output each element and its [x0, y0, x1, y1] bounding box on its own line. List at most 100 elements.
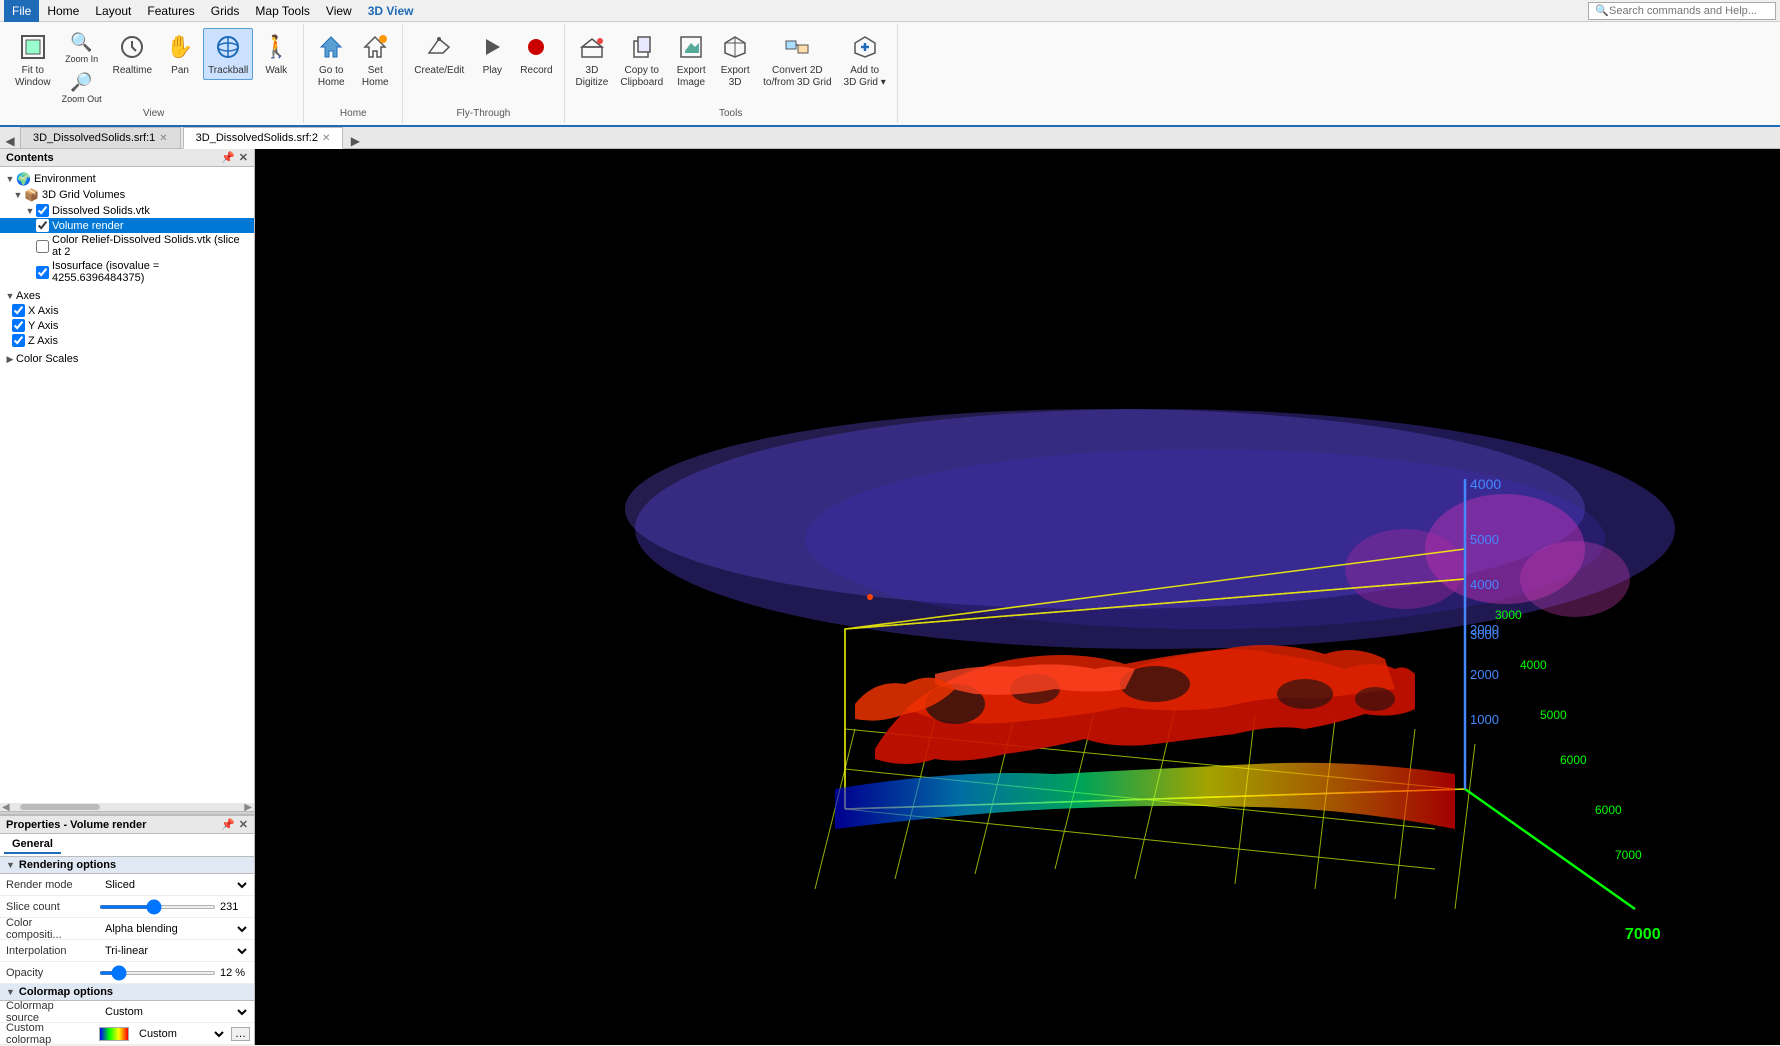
- properties-panel: Properties - Volume render 📌 ✕ General ▼…: [0, 815, 254, 1045]
- volume-render-checkbox[interactable]: [36, 219, 49, 232]
- tree-item-environment[interactable]: ▼ 🌍 Environment: [0, 171, 254, 187]
- slice-count-slider[interactable]: [99, 905, 216, 909]
- go-to-home-button[interactable]: Go toHome: [310, 28, 352, 92]
- go-to-home-label: Go toHome: [318, 65, 345, 89]
- colormap-toggle[interactable]: ▼: [6, 987, 15, 997]
- menu-bar: File Home Layout Features Grids Map Tool…: [0, 0, 1780, 22]
- set-home-icon: [359, 31, 391, 63]
- left-panel: Contents 📌 ✕ ▼ 🌍 Environment ▼ 📦 3D Grid…: [0, 149, 255, 1045]
- tree-item-isosurface[interactable]: Isosurface (isovalue = 4255.6396484375): [0, 259, 254, 285]
- y-axis-checkbox[interactable]: [12, 319, 25, 332]
- interpolation-select[interactable]: Tri-linear Nearest: [99, 944, 250, 958]
- play-button[interactable]: Play: [471, 28, 513, 80]
- realtime-button[interactable]: Realtime: [108, 28, 157, 80]
- record-button[interactable]: Record: [515, 28, 557, 80]
- 3d-grid-volumes-expander[interactable]: ▼: [12, 189, 24, 201]
- menu-layout[interactable]: Layout: [87, 0, 139, 22]
- isosurface-label: Isosurface (isovalue = 4255.6396484375): [52, 260, 250, 284]
- x-axis-checkbox[interactable]: [12, 304, 25, 317]
- rendering-toggle[interactable]: ▼: [6, 860, 15, 870]
- color-compositing-select[interactable]: Alpha blending Maximum Minimum: [99, 922, 250, 936]
- tab-2-close[interactable]: ✕: [322, 133, 330, 144]
- fit-window-icon: [17, 31, 49, 63]
- convert-2d-icon: [781, 31, 813, 63]
- render-mode-select[interactable]: Sliced MIP Alpha: [99, 878, 250, 892]
- custom-colormap-select[interactable]: Custom: [133, 1027, 227, 1041]
- colormap-edit-button[interactable]: …: [231, 1027, 250, 1041]
- tree-item-x-axis[interactable]: X Axis: [0, 303, 254, 318]
- add-to-3d-grid-icon: [849, 31, 881, 63]
- play-icon: [476, 31, 508, 63]
- zoom-in-button[interactable]: 🔍 Zoom In: [58, 28, 106, 66]
- svg-text:7000: 7000: [1625, 926, 1661, 943]
- walk-label: Walk: [265, 65, 287, 77]
- fit-window-button[interactable]: Fit toWindow: [10, 28, 56, 92]
- pan-button[interactable]: ✋ Pan: [159, 28, 201, 80]
- menu-features[interactable]: Features: [139, 0, 202, 22]
- realtime-icon: [116, 31, 148, 63]
- general-tab[interactable]: General: [4, 836, 61, 854]
- scrollbar-thumb[interactable]: [20, 804, 100, 810]
- tree-item-dissolved-solids[interactable]: ▼ Dissolved Solids.vtk: [0, 203, 254, 218]
- tree-item-y-axis[interactable]: Y Axis: [0, 318, 254, 333]
- trackball-button[interactable]: Trackball: [203, 28, 253, 80]
- export-3d-button[interactable]: Export3D: [714, 28, 756, 92]
- tree-item-volume-render[interactable]: Volume render: [0, 218, 254, 233]
- slice-count-label: Slice count: [0, 901, 95, 913]
- add-to-3d-grid-button[interactable]: Add to3D Grid ▾: [839, 28, 891, 92]
- tree-item-axes[interactable]: ▼ Axes: [0, 289, 254, 303]
- axes-expander[interactable]: ▼: [4, 290, 16, 302]
- contents-tree: ▼ 🌍 Environment ▼ 📦 3D Grid Volumes ▼ Di…: [0, 167, 254, 803]
- tab-nav-left[interactable]: ◀: [0, 134, 20, 148]
- dissolved-expander[interactable]: ▼: [24, 205, 36, 217]
- tree-item-z-axis[interactable]: Z Axis: [0, 333, 254, 348]
- svg-text:6000: 6000: [1595, 803, 1622, 817]
- dissolved-checkbox[interactable]: [36, 204, 49, 217]
- zoom-out-button[interactable]: 🔎 Zoom Out: [58, 68, 106, 106]
- tab-1-close[interactable]: ✕: [159, 133, 167, 144]
- zoom-in-label: Zoom In: [65, 54, 98, 64]
- export-image-button[interactable]: ExportImage: [670, 28, 712, 92]
- color-scales-expander[interactable]: ▶: [4, 353, 16, 365]
- close-contents-icon[interactable]: ✕: [239, 151, 248, 164]
- convert-2d-button[interactable]: Convert 2Dto/from 3D Grid: [758, 28, 836, 92]
- menu-home[interactable]: Home: [39, 0, 87, 22]
- copy-to-clipboard-button[interactable]: Copy toClipboard: [615, 28, 668, 92]
- environment-expander[interactable]: ▼: [4, 173, 16, 185]
- export-3d-icon: [719, 31, 751, 63]
- tab-2[interactable]: 3D_DissolvedSolids.srf:2 ✕: [183, 127, 344, 149]
- menu-map-tools[interactable]: Map Tools: [247, 0, 317, 22]
- convert-2d-label: Convert 2Dto/from 3D Grid: [763, 65, 831, 89]
- colormap-options-label: Colormap options: [19, 986, 113, 998]
- search-input[interactable]: [1609, 5, 1769, 17]
- isosurface-checkbox[interactable]: [36, 266, 49, 279]
- tree-item-3d-grid-volumes[interactable]: ▼ 📦 3D Grid Volumes: [0, 187, 254, 203]
- custom-colormap-dropdown-wrapper: Custom: [133, 1027, 227, 1041]
- walk-button[interactable]: 🚶 Walk: [255, 28, 297, 80]
- ribbon-group-flythrough: Create/Edit Play Record Fly-Through: [403, 24, 564, 123]
- create-edit-button[interactable]: Create/Edit: [409, 28, 469, 80]
- menu-3d-view[interactable]: 3D View: [360, 0, 422, 22]
- colormap-source-select[interactable]: Custom Auto: [99, 1005, 250, 1019]
- z-axis-checkbox[interactable]: [12, 334, 25, 347]
- opacity-slider-container: 12 %: [99, 967, 250, 979]
- color-relief-checkbox[interactable]: [36, 240, 49, 253]
- set-home-button[interactable]: SetHome: [354, 28, 396, 92]
- menu-grids[interactable]: Grids: [203, 0, 248, 22]
- opacity-slider[interactable]: [99, 971, 216, 975]
- pin-icon[interactable]: 📌: [221, 151, 235, 164]
- pin-props-icon[interactable]: 📌: [221, 818, 235, 831]
- tree-item-color-relief[interactable]: Color Relief-Dissolved Solids.vtk (slice…: [0, 233, 254, 259]
- opacity-value: 12 %: [95, 967, 254, 979]
- render-mode-dropdown-wrapper: Sliced MIP Alpha: [99, 878, 250, 892]
- colormap-preview[interactable]: [99, 1027, 129, 1041]
- file-menu[interactable]: File: [4, 0, 39, 22]
- interpolation-label: Interpolation: [0, 945, 95, 957]
- tab-nav-right[interactable]: ▶: [345, 134, 365, 148]
- 3d-digitize-button[interactable]: 3DDigitize: [571, 28, 614, 92]
- tab-1[interactable]: 3D_DissolvedSolids.srf:1 ✕: [20, 127, 181, 148]
- contents-scrollbar[interactable]: ◀ ▶: [0, 803, 254, 811]
- menu-view[interactable]: View: [318, 0, 360, 22]
- tree-item-color-scales[interactable]: ▶ Color Scales: [0, 352, 254, 366]
- close-props-icon[interactable]: ✕: [239, 818, 248, 831]
